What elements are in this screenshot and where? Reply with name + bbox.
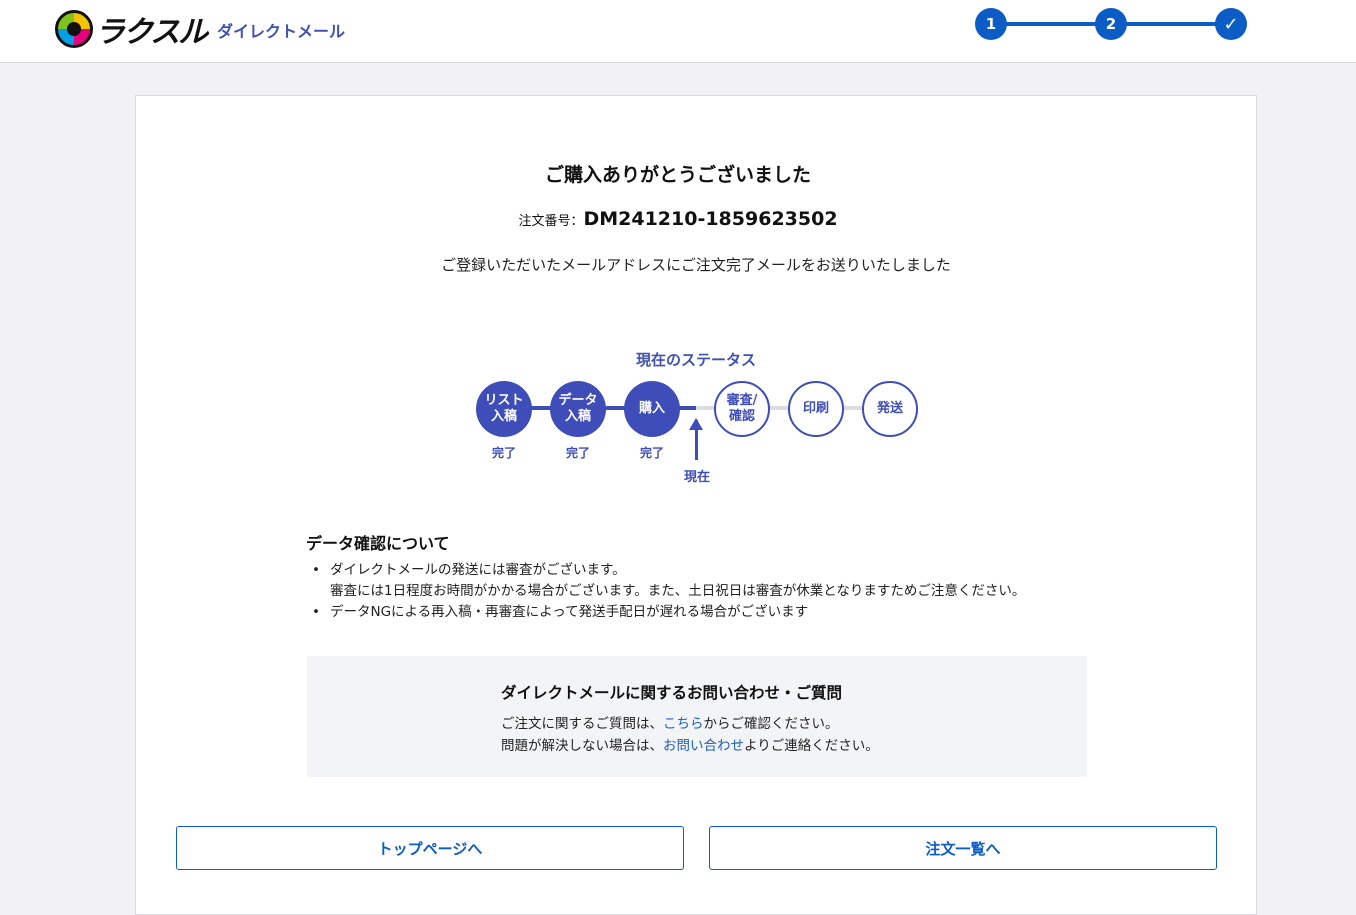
status-step-print: 印刷 <box>788 381 844 437</box>
logo-mark-icon <box>55 10 93 48</box>
status-step-label: 入稿 <box>490 409 517 424</box>
status-step-label: 入稿 <box>564 409 591 424</box>
current-status-label: 現在 <box>683 470 710 485</box>
note-text: データNGによる再入稿・再審査によって発送手配日が遅れる場合がございます <box>330 604 809 620</box>
status-step-ship: 発送 <box>862 381 918 437</box>
order-list-button[interactable]: 注文一覧へ <box>709 826 1217 870</box>
status-step-review: 審査/確認 <box>714 381 770 437</box>
contact-text: 問題が解決しない場合は、 <box>501 738 663 754</box>
progress-line <box>1111 22 1231 26</box>
page-title: ご購入ありがとうございました <box>544 164 811 186</box>
inquiry-link[interactable]: お問い合わせ <box>663 738 744 754</box>
status-done-label: 完了 <box>565 446 590 460</box>
note-text: ダイレクトメールの発送には審査がございます。 <box>330 562 626 578</box>
order-number-row: 注文番号：DM241210-1859623502 <box>0 208 1356 230</box>
status-done-label: 完了 <box>491 446 516 460</box>
service-name: ダイレクトメール <box>217 22 346 41</box>
status-step-label: 審査/ <box>726 393 758 408</box>
list-item: ダイレクトメールの発送には審査がございます。 審査には1日程度お時間がかかる場合… <box>312 560 1025 602</box>
contact-text: よりご連絡ください。 <box>744 738 879 754</box>
order-number: DM241210-1859623502 <box>583 208 838 230</box>
top-page-button[interactable]: トップページへ <box>176 826 684 870</box>
progress-step-complete-check-icon: ✓ <box>1215 8 1247 40</box>
confirmation-message: ご登録いただいたメールアドレスにご注文完了メールをお送りいたしました <box>441 256 951 274</box>
progress-steps: 1 2 ✓ <box>975 8 1247 40</box>
contact-title: ダイレクトメールに関するお問い合わせ・ご質問 <box>501 684 843 702</box>
order-number-label: 注文番号： <box>518 214 584 229</box>
progress-step-1: 1 <box>975 8 1007 40</box>
status-step-label: 印刷 <box>802 401 829 416</box>
logo[interactable]: ラクスル <box>55 8 208 50</box>
contact-text: ご注文に関するご質問は、 <box>501 716 663 732</box>
progress-line <box>991 22 1111 26</box>
contact-text: からご確認ください。 <box>703 716 839 732</box>
progress-step-2: 2 <box>1095 8 1127 40</box>
notes-title: データ確認について <box>306 534 450 553</box>
status-step-label: 確認 <box>728 409 755 424</box>
status-title: 現在のステータス <box>635 351 756 369</box>
status-step-label: 発送 <box>876 401 903 416</box>
status-step-list: リスト 入稿 <box>476 381 532 437</box>
list-item: データNGによる再入稿・再審査によって発送手配日が遅れる場合がございます <box>312 602 1025 623</box>
faq-link[interactable]: こちら <box>663 716 704 732</box>
status-step-label: データ <box>558 393 598 408</box>
contact-box: ダイレクトメールに関するお問い合わせ・ご質問 ご注文に関するご質問は、こちらから… <box>307 656 1087 777</box>
status-step-label: リスト <box>484 393 524 408</box>
notes-list: ダイレクトメールの発送には審査がございます。 審査には1日程度お時間がかかる場合… <box>312 560 1025 623</box>
status-done-label: 完了 <box>639 446 664 460</box>
note-text: 審査には1日程度お時間がかかる場合がございます。また、土日祝日は審査が休業となり… <box>330 583 1026 599</box>
logo-text: ラクスル <box>95 15 208 50</box>
status-step-purchase: 購入 <box>624 381 680 437</box>
header: ラクスル ダイレクトメール 1 2 ✓ <box>0 0 1356 63</box>
current-arrow-head-icon <box>689 418 703 430</box>
status-step-data: データ 入稿 <box>550 381 606 437</box>
contact-line-1: ご注文に関するご質問は、こちらからご確認ください。 <box>501 712 839 732</box>
contact-line-2: 問題が解決しない場合は、お問い合わせよりご連絡ください。 <box>501 734 879 754</box>
status-step-label: 購入 <box>638 401 665 416</box>
